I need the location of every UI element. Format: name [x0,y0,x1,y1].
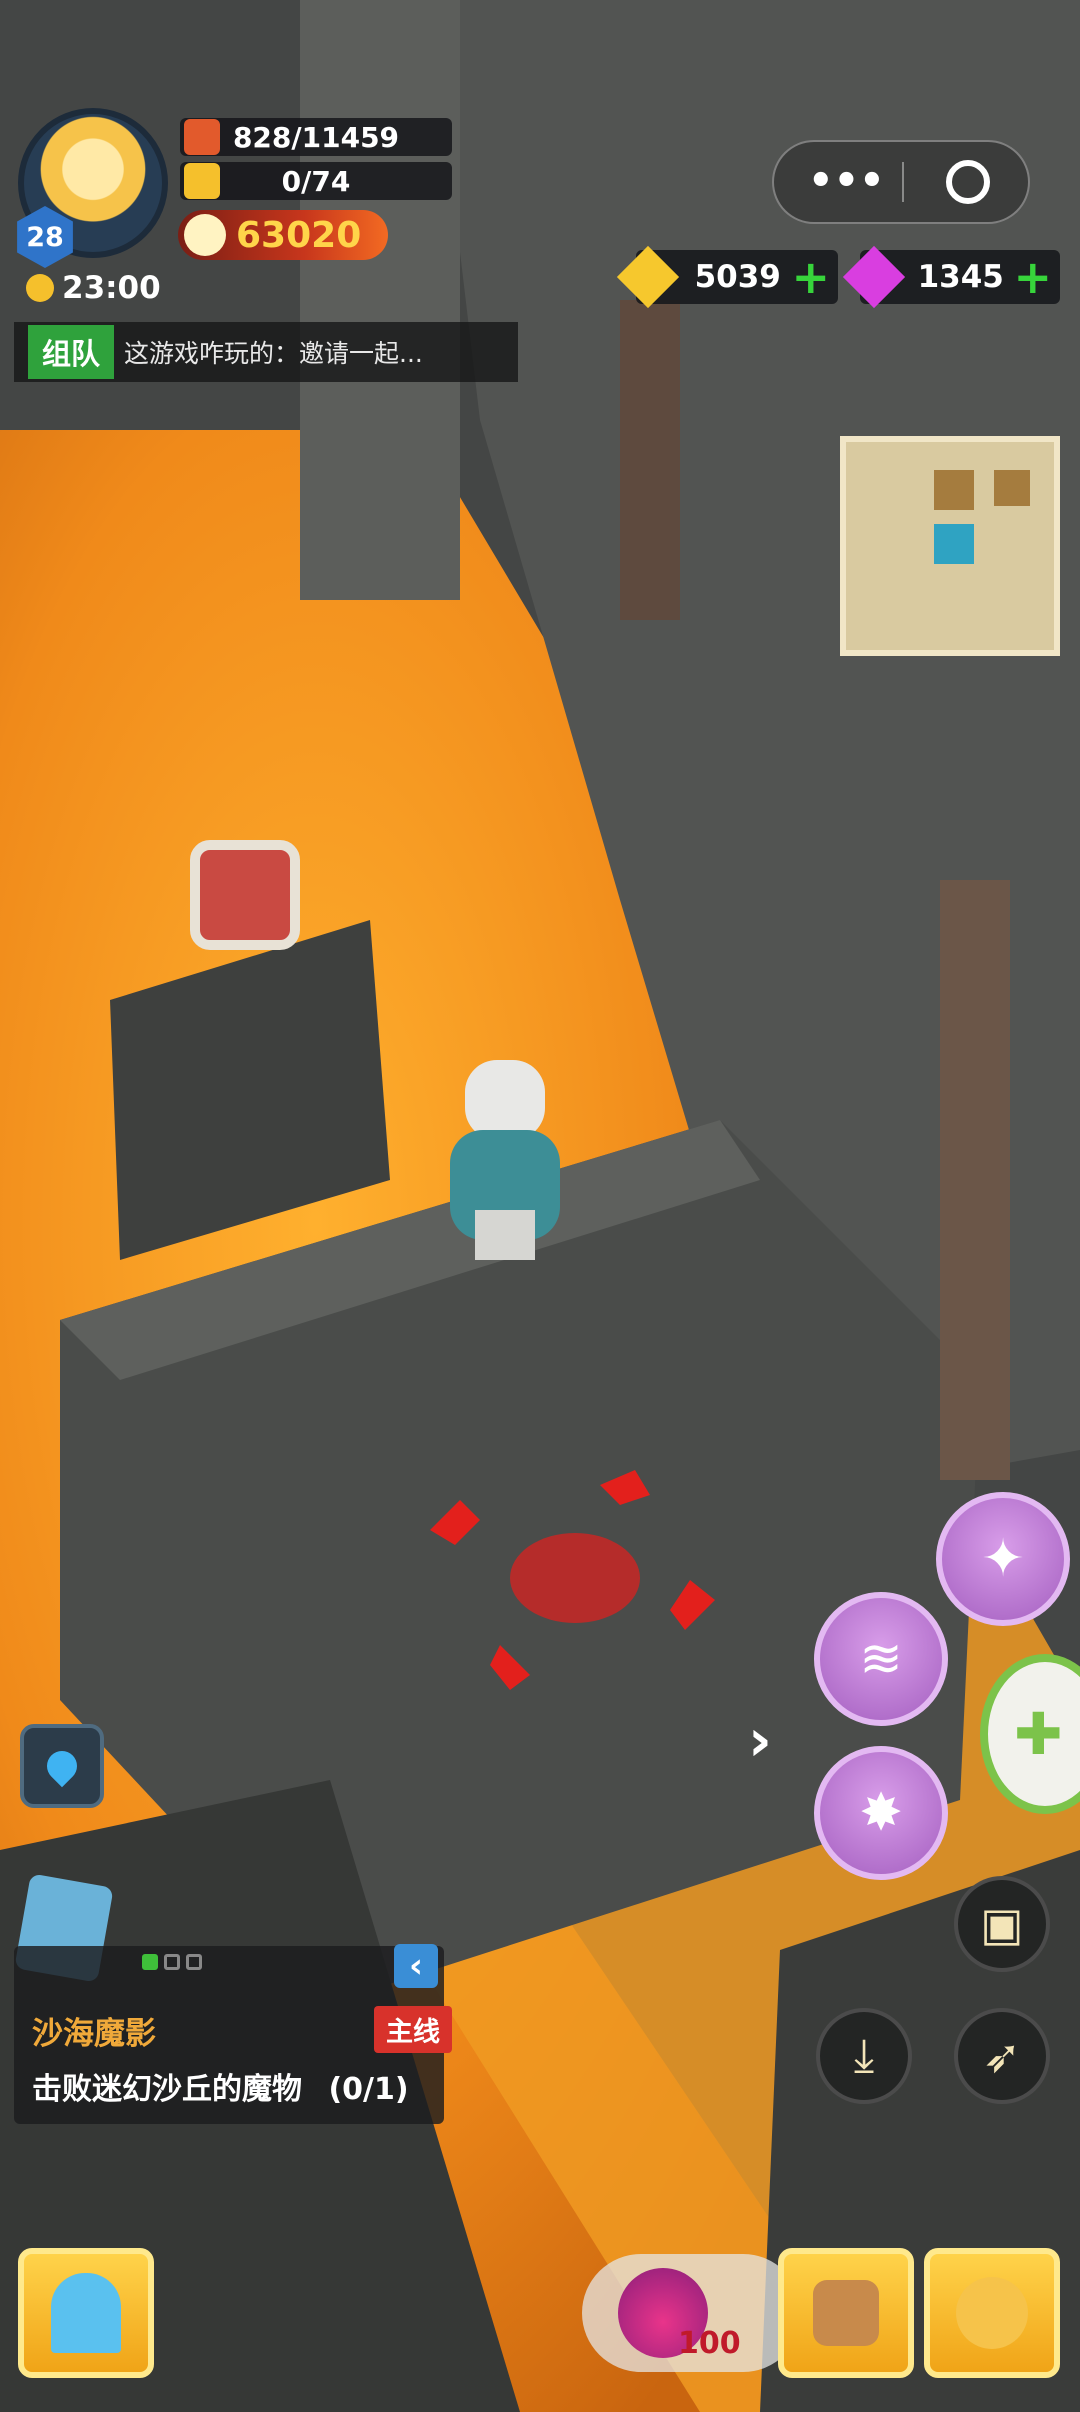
lightning-icon [184,163,220,199]
heart-icon [184,119,220,155]
level-value: 28 [26,221,64,253]
lock-icon: ▣ [980,1897,1024,1951]
quest-progress: (0/1) [328,2072,409,2107]
potion-count: 100 [678,2326,741,2361]
team-tag[interactable]: 组队 [28,325,115,379]
power-fist-icon [184,214,226,256]
skill-tornado-button[interactable]: ≋ [814,1592,948,1726]
skill-shatter-button[interactable]: ✸ [814,1746,948,1880]
target-marker [430,1470,715,1690]
quest-dot-active [142,1954,158,1970]
location-icon [40,1744,84,1788]
bag-button[interactable] [778,2248,914,2378]
team-chat-bar[interactable]: 组队 这游戏咋玩的：邀请一起... [14,322,518,382]
shatter-icon: ✸ [859,1783,903,1843]
player-character [430,1060,580,1270]
quest-panel[interactable]: ‹ 沙海魔影 主线 击败迷幻沙丘的魔物 (0/1) [14,1944,452,2124]
power-banner: 63020 [178,210,388,260]
bag-icon [813,2280,879,2346]
sun-icon [26,274,54,302]
bow-icon: ➶ [982,2029,1022,2083]
portal-button[interactable] [18,2248,154,2378]
gold-plus-icon[interactable]: + [791,254,830,300]
team-message: 这游戏咋玩的：邀请一起... [124,339,423,368]
dodge-icon: ⤓ [853,2028,875,2082]
quest-type-tag: 主线 [374,2006,452,2053]
minimap-flag-icon [994,470,1030,506]
hero-button[interactable] [924,2248,1060,2378]
capsule-close-icon[interactable] [946,160,990,204]
skill-arrows-button[interactable]: ✦ [936,1492,1070,1626]
gem-value: 1345 [917,259,1004,295]
arrows-icon: ✦ [981,1529,1025,1589]
hero-icon [956,2277,1028,2349]
quest-dot [164,1954,180,1970]
quest-pager [142,1954,208,1974]
expand-skills-icon[interactable]: › [748,1706,772,1774]
quest-title: 沙海魔影 [32,2016,156,2052]
quest-objective: 击败迷幻沙丘的魔物 [32,2072,302,2107]
hp-value: 828/11459 [232,120,400,154]
gold-value: 5039 [694,259,781,295]
dodge-button[interactable]: ⤓ [816,2008,912,2104]
collapse-icon[interactable]: ‹ [394,1944,438,1988]
game-scene[interactable]: 28 828/11459 0/74 63020 23:00 组队 这游戏咋玩的：… [0,0,1080,2412]
energy-bar: 0/74 [180,162,452,200]
game-clock: 23:00 [26,270,161,306]
energy-value: 0/74 [281,164,351,198]
minimap-player-icon [934,524,974,564]
gold-counter[interactable]: 5039 + [616,245,838,309]
gem-plus-icon[interactable]: + [1013,254,1052,300]
quest-description: 击败迷幻沙丘的魔物 (0/1) [32,2064,409,2108]
target-dummy [190,840,300,950]
capsule-menu: ••• [772,140,1030,224]
minimap[interactable] [840,436,1060,656]
capsule-menu-icon[interactable]: ••• [808,158,885,204]
lock-button[interactable]: ▣ [954,1876,1050,1972]
location-button[interactable] [20,1724,104,1808]
minimap-room [934,470,974,510]
tornado-icon: ≋ [859,1629,903,1689]
power-value: 63020 [236,214,362,256]
gamepad-icon: ✚ [1014,1700,1063,1768]
gem-counter[interactable]: 1345 + [842,245,1060,309]
portal-icon [51,2273,121,2353]
bow-button[interactable]: ➶ [954,2008,1050,2104]
time-value: 23:00 [62,270,161,306]
capsule-divider [902,162,904,202]
quest-dot [186,1954,202,1970]
hp-bar: 828/11459 [180,118,452,156]
potion-slot[interactable]: 100 [582,2254,802,2372]
